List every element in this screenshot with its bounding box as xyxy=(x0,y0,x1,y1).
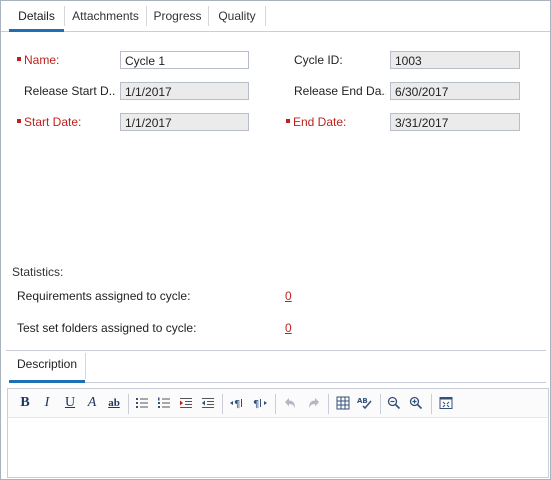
release-end-field: 6/30/2017 xyxy=(390,82,520,100)
tab-progress[interactable]: Progress xyxy=(147,6,209,26)
table-icon[interactable] xyxy=(334,394,352,412)
toolbar-separator xyxy=(380,394,381,414)
tab-quality[interactable]: Quality xyxy=(209,6,266,26)
undo-icon[interactable] xyxy=(281,394,299,412)
bullet-list-icon[interactable] xyxy=(133,394,151,412)
release-end-label: Release End Da... xyxy=(294,84,386,98)
outdent-icon[interactable] xyxy=(199,394,217,412)
svg-text:¶: ¶ xyxy=(253,399,259,410)
highlight-button[interactable]: ab xyxy=(105,394,123,412)
description-editor[interactable] xyxy=(7,417,549,478)
required-marker xyxy=(17,118,21,123)
end-date-label: End Date: xyxy=(286,115,346,129)
numbered-list-icon[interactable] xyxy=(155,394,173,412)
testset-folders-label: Test set folders assigned to cycle: xyxy=(17,321,197,335)
redo-icon[interactable] xyxy=(305,394,323,412)
requirements-count-link[interactable]: 0 xyxy=(285,289,292,303)
bold-button[interactable]: B xyxy=(16,394,34,412)
fullscreen-icon[interactable] xyxy=(437,394,455,412)
zoom-in-icon[interactable] xyxy=(407,394,425,412)
description-tab-indicator xyxy=(9,380,85,383)
required-marker xyxy=(286,118,290,123)
svg-text:¶: ¶ xyxy=(234,399,240,410)
cycle-id-field: 1003 xyxy=(390,51,520,69)
tab-details[interactable]: Details xyxy=(9,6,65,26)
section-divider xyxy=(6,350,546,351)
svg-text:AB: AB xyxy=(357,397,368,405)
rtl-paragraph-icon[interactable]: ¶ xyxy=(251,394,269,412)
spell-check-icon[interactable]: AB xyxy=(356,394,374,412)
requirements-assigned-label: Requirements assigned to cycle: xyxy=(17,289,191,303)
font-color-button[interactable]: A xyxy=(83,394,101,412)
underline-button[interactable]: U xyxy=(61,394,79,412)
name-label: Name: xyxy=(17,53,59,67)
start-date-field[interactable]: 1/1/2017 xyxy=(120,113,249,131)
start-date-label: Start Date: xyxy=(17,115,81,129)
toolbar-separator xyxy=(275,394,276,414)
toolbar-separator xyxy=(328,394,329,414)
indent-icon[interactable] xyxy=(177,394,195,412)
required-marker xyxy=(17,56,21,61)
active-tab-indicator xyxy=(9,29,64,32)
cycle-id-label: Cycle ID: xyxy=(294,53,343,67)
ltr-paragraph-icon[interactable]: ¶ xyxy=(228,394,246,412)
italic-button[interactable]: I xyxy=(38,394,56,412)
tab-bar: Details Attachments Progress Quality xyxy=(1,1,550,32)
description-tab-line xyxy=(85,382,546,383)
release-start-label: Release Start D... xyxy=(24,84,116,98)
tab-attachments[interactable]: Attachments xyxy=(65,6,147,26)
toolbar-separator xyxy=(128,394,129,414)
toolbar-separator xyxy=(222,394,223,414)
statistics-heading: Statistics: xyxy=(12,265,64,279)
toolbar-separator xyxy=(431,394,432,414)
window-frame: Details Attachments Progress Quality Nam… xyxy=(0,0,551,480)
tab-description[interactable]: Description xyxy=(9,353,86,379)
end-date-field[interactable]: 3/31/2017 xyxy=(390,113,520,131)
release-start-field: 1/1/2017 xyxy=(120,82,249,100)
zoom-out-icon[interactable] xyxy=(385,394,403,412)
testset-count-link[interactable]: 0 xyxy=(285,321,292,335)
rich-text-toolbar: B I U A ab ¶ ¶ AB xyxy=(7,388,549,418)
name-input[interactable]: Cycle 1 xyxy=(120,51,249,69)
